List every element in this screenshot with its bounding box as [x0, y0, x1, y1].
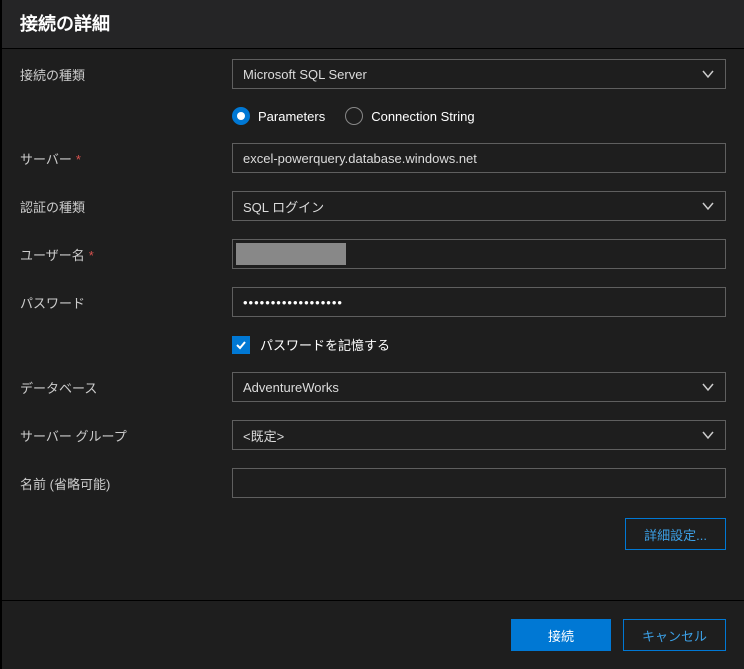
check-icon — [235, 339, 247, 351]
database-value: AdventureWorks — [243, 380, 701, 395]
radio-unchecked-icon — [345, 107, 363, 125]
username-label: ユーザー名* — [20, 245, 232, 264]
dialog-footer: 接続 キャンセル — [2, 600, 744, 669]
server-group-label: サーバー グループ — [20, 426, 232, 445]
server-group-select[interactable]: <既定> — [232, 420, 726, 450]
radio-parameters-label: Parameters — [258, 109, 325, 124]
auth-type-value: SQL ログイン — [243, 197, 701, 216]
chevron-down-icon — [701, 380, 715, 394]
remember-password-label: パスワードを記憶する — [260, 335, 390, 354]
required-indicator: * — [89, 248, 94, 263]
cancel-button[interactable]: キャンセル — [623, 619, 726, 651]
advanced-settings-button[interactable]: 詳細設定... — [625, 518, 726, 550]
server-label: サーバー* — [20, 149, 232, 168]
connection-type-select[interactable]: Microsoft SQL Server — [232, 59, 726, 89]
chevron-down-icon — [701, 199, 715, 213]
auth-type-label: 認証の種類 — [20, 197, 232, 216]
radio-connection-string[interactable]: Connection String — [345, 107, 474, 125]
password-label: パスワード — [20, 293, 232, 312]
database-select[interactable]: AdventureWorks — [232, 372, 726, 402]
auth-type-select[interactable]: SQL ログイン — [232, 191, 726, 221]
connect-button[interactable]: 接続 — [511, 619, 611, 651]
form: 接続の種類 Microsoft SQL Server Parameters — [2, 49, 744, 550]
connection-mode-radio-group: Parameters Connection String — [232, 107, 726, 125]
required-indicator: * — [76, 152, 81, 167]
name-input[interactable] — [232, 468, 726, 498]
username-input[interactable] — [232, 239, 726, 269]
dialog-title: 接続の詳細 — [2, 0, 744, 49]
radio-checked-icon — [232, 107, 250, 125]
server-group-value: <既定> — [243, 426, 701, 445]
name-label: 名前 (省略可能) — [20, 474, 232, 493]
connection-dialog: 接続の詳細 接続の種類 Microsoft SQL Server — [0, 0, 744, 669]
username-redacted — [236, 243, 346, 265]
connection-type-value: Microsoft SQL Server — [243, 67, 701, 82]
chevron-down-icon — [701, 428, 715, 442]
connection-type-label: 接続の種類 — [20, 65, 232, 84]
server-input[interactable] — [232, 143, 726, 173]
chevron-down-icon — [701, 67, 715, 81]
database-label: データベース — [20, 378, 232, 397]
radio-connection-string-label: Connection String — [371, 109, 474, 124]
radio-parameters[interactable]: Parameters — [232, 107, 325, 125]
password-input[interactable]: •••••••••••••••••• — [232, 287, 726, 317]
remember-password-checkbox[interactable] — [232, 336, 250, 354]
